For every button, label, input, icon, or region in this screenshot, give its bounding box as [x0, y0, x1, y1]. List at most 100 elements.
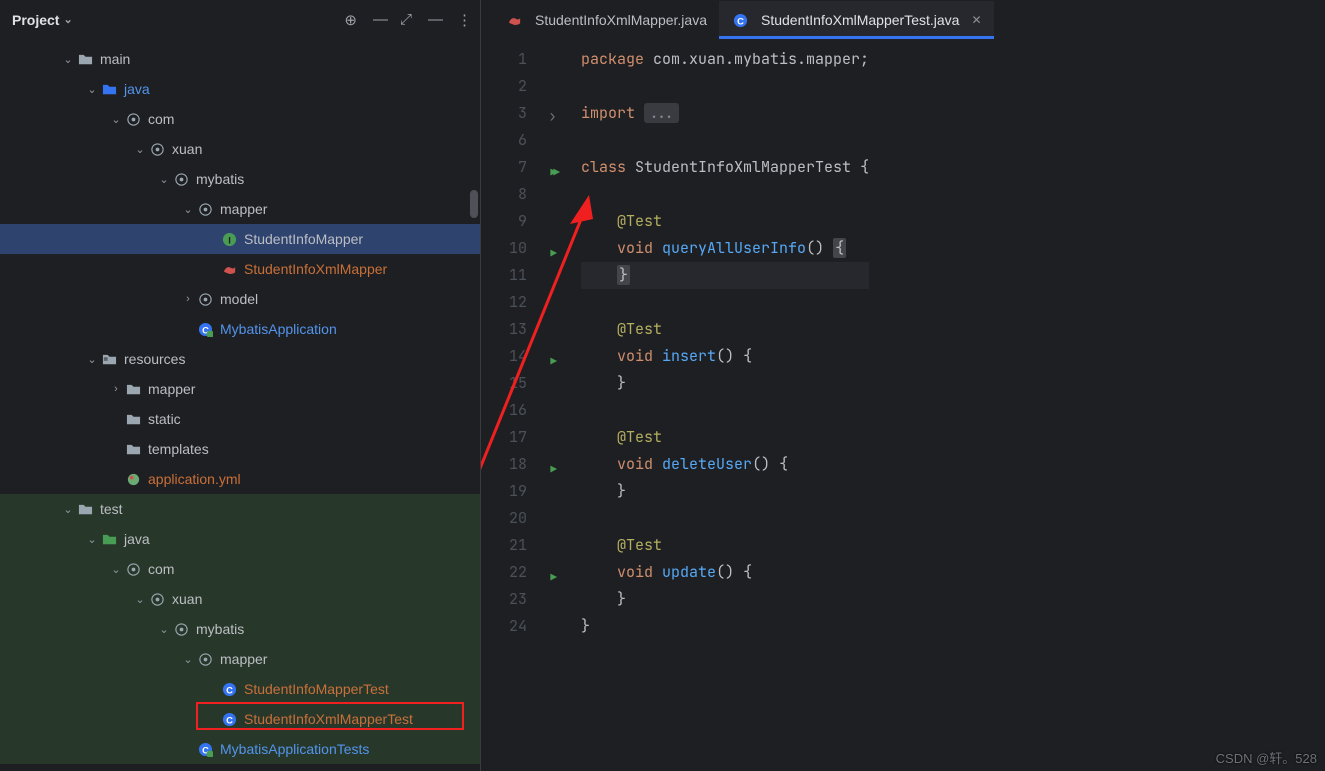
tree-item-label: test [100, 501, 123, 517]
tree-item-mapper[interactable]: mapper [0, 374, 480, 404]
tree-item-label: StudentInfoXmlMapper [244, 261, 387, 277]
tree-item-label: xuan [172, 141, 202, 157]
tree-item-mybatis[interactable]: mybatis [0, 164, 480, 194]
tree-item-studentinfomappertest[interactable]: CStudentInfoMapperTest [0, 674, 480, 704]
code-area[interactable]: 123›67▶8910▶11121314▶15161718▶19202122▶2… [481, 40, 1325, 771]
tree-item-studentinfoxmlmapper[interactable]: StudentInfoXmlMapper [0, 254, 480, 284]
tree-item-mapper[interactable]: mapper [0, 644, 480, 674]
tree-arrow-icon[interactable] [84, 533, 100, 546]
tree-item-templates[interactable]: templates [0, 434, 480, 464]
watermark: CSDN @轩。528 [1216, 748, 1317, 767]
tree-item-com[interactable]: com [0, 554, 480, 584]
tree-item-application-yml[interactable]: application.yml [0, 464, 480, 494]
close-tab-icon[interactable]: ✕ [971, 13, 981, 27]
tree-arrow-icon[interactable] [60, 503, 76, 516]
code-line[interactable]: @Test [581, 316, 869, 343]
tree-item-label: xuan [172, 591, 202, 607]
code-line[interactable]: @Test [581, 208, 869, 235]
expand-all-icon[interactable]: ⤢ [400, 11, 412, 28]
code-line[interactable]: } [581, 613, 869, 640]
tree-arrow-icon [180, 743, 196, 755]
project-tree[interactable]: mainjavacomxuanmybatismapper IStudentInf… [0, 40, 480, 771]
code-line[interactable]: } [581, 586, 869, 613]
run-gutter-icon[interactable]: ▶ [550, 241, 557, 268]
gutter-line: 23 [481, 586, 539, 613]
more-icon[interactable]: ⋮ [457, 11, 472, 29]
tree-item-mybatisapplication[interactable]: CMybatisApplication [0, 314, 480, 344]
code-line[interactable]: package com.xuan.mybatis.mapper; [581, 46, 869, 73]
code-line[interactable]: void update() { [581, 559, 869, 586]
tree-arrow-icon[interactable] [60, 53, 76, 66]
tree-arrow-icon[interactable] [84, 353, 100, 366]
tree-arrow-icon[interactable] [108, 113, 124, 126]
tree-item-java[interactable]: java [0, 74, 480, 104]
tree-item-label: templates [148, 441, 209, 457]
project-tool-window-label[interactable]: Project ⌄ [8, 12, 73, 28]
run-gutter-icon[interactable]: ▶ [550, 565, 557, 592]
gutter-line: 21 [481, 532, 539, 559]
editor-code[interactable]: package com.xuan.mybatis.mapper; import … [539, 40, 869, 771]
tree-arrow-icon[interactable] [156, 173, 172, 186]
tree-arrow-icon[interactable] [108, 563, 124, 576]
tree-item-xuan[interactable]: xuan [0, 584, 480, 614]
run-gutter-icon[interactable]: ▶ [550, 349, 557, 376]
tree-item-mybatis[interactable]: mybatis [0, 614, 480, 644]
tree-arrow-icon[interactable] [132, 143, 148, 156]
run-gutter-icon[interactable]: ▶ [550, 457, 557, 484]
code-line[interactable] [581, 289, 869, 316]
tree-item-xuan[interactable]: xuan [0, 134, 480, 164]
code-line[interactable]: } [581, 370, 869, 397]
sidebar-header: Project ⌄ ⊕ — ⤢ — ⋮ [0, 0, 480, 40]
tree-item-test[interactable]: test [0, 494, 480, 524]
hide-icon[interactable]: — [428, 11, 441, 28]
gutter-line: 17 [481, 424, 539, 451]
tree-arrow-icon[interactable] [84, 83, 100, 96]
run-gutter-icon[interactable]: ▶ [550, 160, 557, 187]
code-line[interactable] [581, 73, 869, 100]
code-line[interactable] [581, 505, 869, 532]
editor-tab[interactable]: CStudentInfoXmlMapperTest.java✕ [719, 1, 994, 39]
editor-tab[interactable]: StudentInfoXmlMapper.java [493, 1, 719, 39]
tree-arrow-icon[interactable] [132, 593, 148, 606]
collapse-all-icon[interactable]: — [373, 11, 384, 28]
code-line[interactable]: } [581, 262, 869, 289]
code-line[interactable]: @Test [581, 532, 869, 559]
tree-arrow-icon[interactable] [180, 203, 196, 216]
tree-arrow-icon[interactable] [180, 293, 196, 305]
tree-item-label: mapper [220, 651, 267, 667]
code-line[interactable]: } [581, 478, 869, 505]
gutter-line: 22▶ [481, 559, 539, 586]
code-line[interactable] [581, 127, 869, 154]
gutter-line: 1 [481, 46, 539, 73]
code-line[interactable]: @Test [581, 424, 869, 451]
tree-item-static[interactable]: static [0, 404, 480, 434]
svg-text:C: C [226, 715, 233, 725]
fold-icon[interactable]: › [548, 103, 557, 130]
editor-gutter: 123›67▶8910▶11121314▶15161718▶19202122▶2… [481, 40, 539, 771]
code-line[interactable]: import ... [581, 100, 869, 127]
tree-item-java[interactable]: java [0, 524, 480, 554]
tree-arrow-icon[interactable] [156, 623, 172, 636]
tree-item-studentinfoxmlmappertest[interactable]: CStudentInfoXmlMapperTest [0, 704, 480, 734]
tree-item-main[interactable]: main [0, 44, 480, 74]
tree-arrow-icon[interactable] [108, 383, 124, 395]
code-line[interactable] [581, 397, 869, 424]
tree-item-mybatisapplicationtests[interactable]: CMybatisApplicationTests [0, 734, 480, 764]
tree-arrow-icon[interactable] [180, 653, 196, 666]
code-line[interactable]: void insert() { [581, 343, 869, 370]
tree-item-studentinfomapper[interactable]: IStudentInfoMapper [0, 224, 480, 254]
tree-item-com[interactable]: com [0, 104, 480, 134]
tree-item-label: main [100, 51, 130, 67]
tree-item-resources[interactable]: resources [0, 344, 480, 374]
tree-item-label: resources [124, 351, 185, 367]
tree-item-model[interactable]: model [0, 284, 480, 314]
tree-item-mapper[interactable]: mapper [0, 194, 480, 224]
code-line[interactable]: void deleteUser() { [581, 451, 869, 478]
locate-icon[interactable]: ⊕ [344, 11, 357, 29]
tree-item-label: StudentInfoMapper [244, 231, 363, 247]
code-line[interactable]: class StudentInfoXmlMapperTest { [581, 154, 869, 181]
code-line[interactable]: void queryAllUserInfo() { [581, 235, 869, 262]
mybatis-icon [505, 11, 523, 29]
app-root: Project ⌄ ⊕ — ⤢ — ⋮ mainjavacomxuanmybat… [0, 0, 1325, 771]
code-line[interactable] [581, 181, 869, 208]
